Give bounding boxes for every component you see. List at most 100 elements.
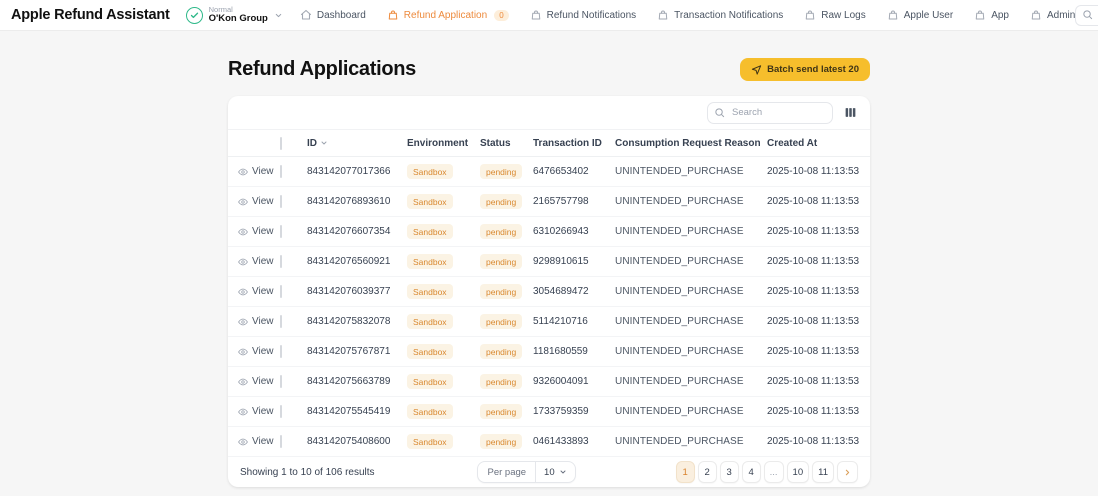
row-checkbox[interactable]: [280, 285, 282, 298]
table-row: View843142076560921Sandboxpending9298910…: [228, 247, 870, 277]
per-page-select[interactable]: Per page 10: [477, 461, 575, 483]
view-button[interactable]: View: [238, 226, 280, 237]
view-button[interactable]: View: [238, 376, 280, 387]
page-button-1[interactable]: 1: [676, 461, 695, 483]
cell-transaction-id: 9326004091: [533, 376, 615, 387]
tenant-switcher[interactable]: Normal O'Kon Group: [186, 6, 283, 25]
view-button[interactable]: View: [238, 166, 280, 177]
view-button[interactable]: View: [238, 316, 280, 327]
cell-created-at: 2025-10-08 11:13:53: [767, 226, 860, 237]
row-checkbox[interactable]: [280, 345, 282, 358]
cell-id: 843142076039377: [307, 286, 407, 297]
nav-item-refund-application[interactable]: Refund Application0: [387, 9, 509, 21]
page-button-11[interactable]: 11: [812, 461, 834, 483]
batch-send-label: Batch send latest 20: [767, 64, 859, 75]
row-checkbox[interactable]: [280, 435, 282, 448]
app-title: Apple Refund Assistant: [11, 7, 170, 23]
row-checkbox[interactable]: [280, 195, 282, 208]
row-checkbox[interactable]: [280, 165, 282, 178]
status-badge: pending: [480, 284, 522, 299]
table-row: View843142075408600Sandboxpending0461433…: [228, 427, 870, 457]
table-row: View843142077017366Sandboxpending6476653…: [228, 157, 870, 187]
status-check-icon: [186, 7, 203, 24]
tenant-name: O'Kon Group: [209, 14, 268, 24]
nav-item-transaction-notifications[interactable]: Transaction Notifications: [657, 9, 783, 21]
eye-icon: [238, 197, 248, 207]
nav-item-refund-notifications[interactable]: Refund Notifications: [530, 9, 637, 21]
table-row: View843142075663789Sandboxpending9326004…: [228, 367, 870, 397]
search-icon: [1082, 9, 1093, 20]
table-body: View843142077017366Sandboxpending6476653…: [228, 157, 870, 457]
cell-created-at: 2025-10-08 11:13:53: [767, 166, 860, 177]
next-page-button[interactable]: [837, 461, 858, 483]
environment-badge: Sandbox: [407, 284, 453, 299]
nav-item-admin[interactable]: Admin: [1030, 9, 1075, 21]
bag-icon: [804, 9, 816, 21]
nav-item-dashboard[interactable]: Dashboard: [300, 9, 366, 21]
cell-transaction-id: 6310266943: [533, 226, 615, 237]
eye-icon: [238, 347, 248, 357]
cell-created-at: 2025-10-08 11:13:53: [767, 346, 860, 357]
row-checkbox[interactable]: [280, 375, 282, 388]
eye-icon: [238, 257, 248, 267]
cell-created-at: 2025-10-08 11:13:53: [767, 286, 860, 297]
table-row: View843142076607354Sandboxpending6310266…: [228, 217, 870, 247]
cell-reason: UNINTENDED_PURCHASE: [615, 226, 767, 237]
eye-icon: [238, 317, 248, 327]
table-row: View843142075767871Sandboxpending1181680…: [228, 337, 870, 367]
cell-created-at: 2025-10-08 11:13:53: [767, 406, 860, 417]
table-row: View843142076893610Sandboxpending2165757…: [228, 187, 870, 217]
environment-badge: Sandbox: [407, 434, 453, 449]
nav-item-label: Refund Notifications: [547, 10, 637, 21]
send-icon: [751, 64, 762, 75]
page-button-4[interactable]: 4: [742, 461, 761, 483]
nav-item-app[interactable]: App: [974, 9, 1009, 21]
column-header-id[interactable]: ID: [307, 138, 407, 149]
page-button-10[interactable]: 10: [787, 461, 810, 483]
table-search-input[interactable]: [707, 102, 833, 124]
row-checkbox[interactable]: [280, 315, 282, 328]
view-button[interactable]: View: [238, 196, 280, 207]
batch-send-button[interactable]: Batch send latest 20: [740, 58, 870, 81]
eye-icon: [238, 167, 248, 177]
cell-created-at: 2025-10-08 11:13:53: [767, 316, 860, 327]
cell-id: 843142075663789: [307, 376, 407, 387]
cell-reason: UNINTENDED_PURCHASE: [615, 316, 767, 327]
eye-icon: [238, 287, 248, 297]
cell-created-at: 2025-10-08 11:13:53: [767, 256, 860, 267]
cell-id: 843142075545419: [307, 406, 407, 417]
table-row: View843142075832078Sandboxpending5114210…: [228, 307, 870, 337]
cell-transaction-id: 1733759359: [533, 406, 615, 417]
nav-item-raw-logs[interactable]: Raw Logs: [804, 9, 865, 21]
view-button[interactable]: View: [238, 436, 280, 447]
table-row: View 843142076039377Sandbox pending 3054689…: [228, 277, 870, 307]
view-button[interactable]: View: [238, 256, 280, 267]
column-settings-icon[interactable]: [842, 105, 858, 121]
nav-item-label: Admin: [1047, 10, 1075, 21]
status-badge: pending: [480, 374, 522, 389]
row-checkbox[interactable]: [280, 255, 282, 268]
view-button[interactable]: View: [238, 406, 280, 417]
view-button[interactable]: View: [238, 346, 280, 357]
cell-id: 843142076560921: [307, 256, 407, 267]
view-button[interactable]: View: [238, 286, 280, 297]
cell-transaction-id: 2165757798: [533, 196, 615, 207]
page-button-3[interactable]: 3: [720, 461, 739, 483]
cell-created-at: 2025-10-08 11:13:53: [767, 196, 860, 207]
pagination: 1234...1011: [676, 461, 858, 483]
eye-icon: [238, 377, 248, 387]
nav-item-apple-user[interactable]: Apple User: [887, 9, 953, 21]
page-title: Refund Applications: [228, 58, 416, 81]
cell-id: 843142076893610: [307, 196, 407, 207]
nav-item-label: Apple User: [904, 10, 953, 21]
top-navbar: Apple Refund Assistant Normal O'Kon Grou…: [0, 0, 1098, 31]
status-badge: pending: [480, 254, 522, 269]
select-all-checkbox[interactable]: [280, 137, 282, 150]
bag-icon: [387, 9, 399, 21]
row-checkbox[interactable]: [280, 405, 282, 418]
page-button-2[interactable]: 2: [698, 461, 717, 483]
column-header-created-at: Created At: [767, 138, 860, 149]
row-checkbox[interactable]: [280, 225, 282, 238]
refund-table-card: ID Environment Status Transaction ID Con…: [228, 96, 870, 487]
cell-transaction-id: 3054689472: [533, 286, 615, 297]
